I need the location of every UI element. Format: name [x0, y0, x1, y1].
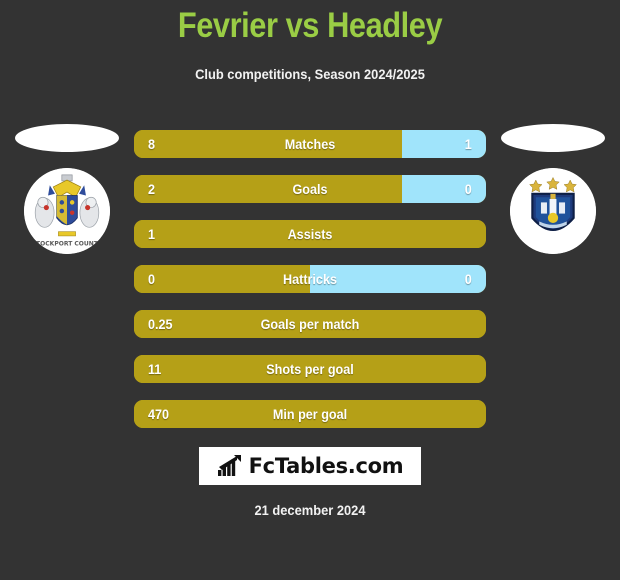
stat-row: 0.25 Goals per match: [134, 310, 486, 338]
left-player-panel: STOCKPORT COUNTY: [0, 118, 134, 298]
crest-ribbon-text: STOCKPORT COUNTY: [32, 240, 103, 247]
stat-row: 470 Min per goal: [134, 400, 486, 428]
page-subtitle: Club competitions, Season 2024/2025: [195, 66, 425, 82]
stat-label: Shots per goal: [266, 361, 354, 377]
stat-away-value: 1: [464, 136, 472, 152]
stat-label: Goals: [292, 181, 328, 197]
stat-row: 8 Matches 1: [134, 130, 486, 158]
left-player-photo: [15, 124, 119, 152]
huddersfield-town-crest: [510, 168, 596, 254]
stat-label: Matches: [284, 136, 336, 152]
stat-row: 0 Hattricks 0: [134, 265, 486, 293]
stat-label: Hattricks: [283, 271, 337, 287]
stat-row: 1 Assists: [134, 220, 486, 248]
header: Fevrier vs Headley Club competitions, Se…: [0, 0, 620, 82]
page-title: Fevrier vs Headley: [177, 6, 443, 45]
stat-away-value: 0: [464, 271, 472, 287]
stat-label: Goals per match: [260, 316, 360, 332]
bar-chart-arrow-icon: [217, 455, 241, 476]
stat-label: Min per goal: [272, 406, 348, 422]
stat-row: 2 Goals 0: [134, 175, 486, 203]
report-date: 21 december 2024: [254, 502, 366, 518]
right-player-panel: [486, 118, 620, 298]
stat-away-value: 0: [464, 181, 472, 197]
fctables-logo[interactable]: FcTables.com: [199, 447, 421, 485]
stat-row: 11 Shots per goal: [134, 355, 486, 383]
stat-label: Assists: [287, 226, 333, 242]
stats-list: 8 Matches 1 2 Goals 0 1 Assists 0 Hattri…: [134, 130, 486, 445]
fctables-logo-text: FcTables.com: [248, 454, 404, 478]
stockport-county-crest: STOCKPORT COUNTY: [24, 168, 110, 254]
right-player-photo: [501, 124, 605, 152]
